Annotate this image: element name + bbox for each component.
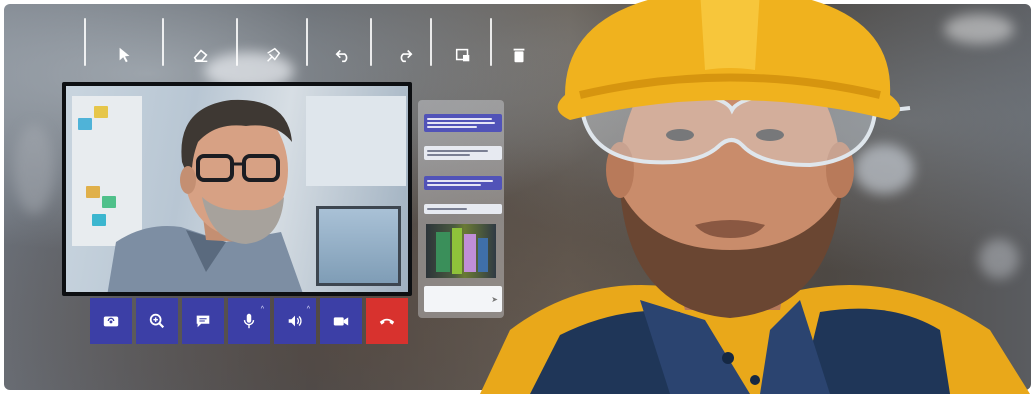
call-controls-bar: ^ ^ (90, 298, 408, 346)
microphone-icon (243, 313, 255, 329)
video-camera-icon (333, 317, 349, 326)
camera-switch-button[interactable] (90, 298, 132, 344)
chat-button[interactable] (182, 298, 224, 344)
toolbar-divider (84, 18, 86, 66)
toolbar-divider (306, 18, 308, 66)
zoom-button[interactable] (136, 298, 178, 344)
annotation-toolbar (78, 18, 538, 70)
speaker-button[interactable]: ^ (274, 298, 316, 344)
pointer-icon[interactable] (114, 46, 136, 68)
undo-icon[interactable] (332, 46, 354, 68)
bokeh-light (14, 124, 54, 214)
pin-icon[interactable] (262, 46, 284, 68)
remote-expert-person (107, 99, 303, 292)
remote-video-feed (66, 86, 408, 292)
field-worker-person (480, 0, 1030, 394)
end-call-button[interactable] (366, 298, 408, 344)
eraser-icon[interactable] (190, 46, 212, 68)
sticky-note (86, 186, 100, 198)
sticky-note (78, 118, 92, 130)
speaker-icon (288, 315, 302, 327)
redo-icon[interactable] (394, 46, 416, 68)
zoom-icon (149, 313, 165, 329)
chevron-up-icon[interactable]: ^ (261, 306, 264, 313)
camera-switch-icon (103, 316, 119, 327)
remote-video-window[interactable] (62, 82, 412, 296)
toolbar-divider (162, 18, 164, 66)
end-call-icon (379, 318, 395, 325)
chat-icon (196, 315, 210, 328)
toolbar-divider (236, 18, 238, 66)
video-toggle-button[interactable] (320, 298, 362, 344)
microphone-button[interactable]: ^ (228, 298, 270, 344)
chevron-up-icon[interactable]: ^ (307, 306, 310, 313)
toolbar-divider (430, 18, 432, 66)
sticky-note (92, 214, 106, 226)
toolbar-divider (370, 18, 372, 66)
